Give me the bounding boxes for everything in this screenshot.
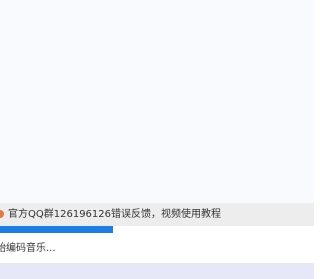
qq-group-feedback-link[interactable]: 官方QQ群126196126错误反馈，视频使用教程: [8, 208, 221, 221]
progress-fill: [0, 226, 114, 233]
status-line: 始编码音乐...: [0, 233, 314, 263]
content-area: [0, 0, 314, 203]
bottom-bar: [0, 263, 314, 279]
notice-bar: 官方QQ群126196126错误反馈，视频使用教程: [0, 203, 314, 226]
app-window: 官方QQ群126196126错误反馈，视频使用教程 始编码音乐...: [0, 0, 314, 279]
info-dot-icon: [0, 210, 4, 218]
status-text: 始编码音乐...: [0, 243, 56, 254]
progress-bar: [0, 226, 314, 233]
